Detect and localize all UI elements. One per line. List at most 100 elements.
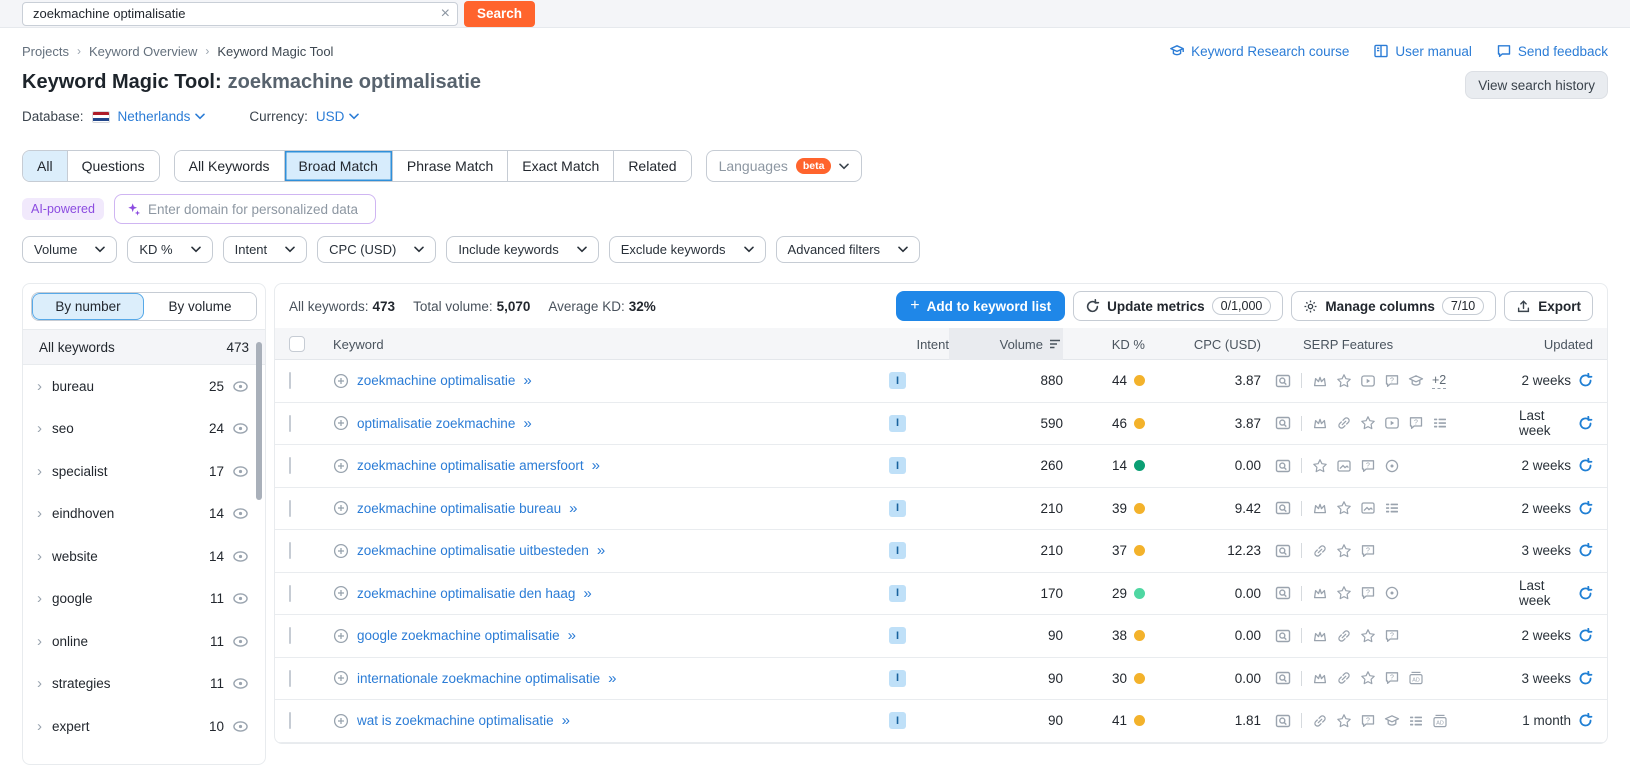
refresh-metrics-icon[interactable]: [1578, 415, 1593, 431]
col-header-keyword[interactable]: Keyword: [333, 337, 889, 352]
serp-preview-icon[interactable]: [1275, 543, 1291, 559]
keyword-link[interactable]: zoekmachine optimalisatie den haag: [357, 586, 575, 601]
intent-badge[interactable]: I: [889, 372, 906, 390]
sidebar-group-specialist[interactable]: › specialist 17: [23, 450, 265, 493]
expand-keyword-icon[interactable]: »: [597, 542, 605, 559]
expand-keyword-icon[interactable]: »: [583, 585, 591, 602]
filter-advanced-filters[interactable]: Advanced filters: [775, 236, 921, 263]
serp-preview-icon[interactable]: [1275, 670, 1291, 686]
currency-select[interactable]: USD: [316, 109, 360, 124]
intent-badge[interactable]: I: [889, 499, 906, 517]
col-header-cpc[interactable]: CPC (USD): [1145, 337, 1261, 352]
eye-icon[interactable]: [232, 633, 249, 650]
tab-all-keywords[interactable]: All Keywords: [174, 151, 285, 181]
keyword-link[interactable]: google zoekmachine optimalisatie: [357, 628, 560, 643]
add-keyword-icon[interactable]: [333, 713, 349, 729]
expand-keyword-icon[interactable]: »: [562, 712, 570, 729]
eye-icon[interactable]: [232, 463, 249, 480]
eye-icon[interactable]: [232, 548, 249, 565]
header-link[interactable]: Keyword Research course: [1169, 43, 1349, 59]
languages-dropdown[interactable]: Languages beta: [705, 150, 863, 182]
row-checkbox[interactable]: [289, 712, 291, 730]
keyword-link[interactable]: optimalisatie zoekmachine: [357, 416, 515, 431]
tab-broad-match[interactable]: Broad Match: [284, 151, 393, 181]
col-header-serp[interactable]: SERP Features: [1261, 337, 1519, 352]
refresh-metrics-icon[interactable]: [1578, 373, 1593, 388]
all-keywords-row[interactable]: All keywords 473: [23, 329, 265, 365]
filter-volume[interactable]: Volume: [22, 236, 118, 263]
expand-keyword-icon[interactable]: »: [523, 415, 531, 432]
expand-keyword-icon[interactable]: »: [568, 627, 576, 644]
eye-icon[interactable]: [232, 718, 249, 735]
select-all-checkbox[interactable]: [289, 336, 305, 352]
breadcrumb-item[interactable]: Projects: [22, 44, 69, 59]
refresh-metrics-icon[interactable]: [1578, 500, 1593, 516]
tab-all[interactable]: All: [23, 151, 68, 181]
intent-badge[interactable]: I: [889, 584, 906, 602]
sidebar-group-website[interactable]: › website 14: [23, 535, 265, 578]
serp-preview-icon[interactable]: [1275, 585, 1291, 601]
domain-input[interactable]: [147, 201, 363, 217]
col-header-intent[interactable]: Intent: [889, 337, 949, 352]
keyword-link[interactable]: wat is zoekmachine optimalisatie: [357, 713, 554, 728]
keyword-link[interactable]: zoekmachine optimalisatie bureau: [357, 501, 561, 516]
intent-badge[interactable]: I: [889, 542, 906, 560]
expand-keyword-icon[interactable]: »: [592, 457, 600, 474]
header-link[interactable]: User manual: [1373, 43, 1472, 59]
col-header-volume[interactable]: Volume: [949, 328, 1063, 360]
filter-exclude-keywords[interactable]: Exclude keywords: [608, 236, 766, 263]
tab-exact-match[interactable]: Exact Match: [508, 151, 615, 181]
add-keyword-icon[interactable]: [333, 373, 349, 389]
row-checkbox[interactable]: [289, 457, 291, 475]
expand-keyword-icon[interactable]: »: [608, 670, 616, 687]
eye-icon[interactable]: [232, 590, 249, 607]
sidebar-group-eindhoven[interactable]: › eindhoven 14: [23, 493, 265, 536]
search-input[interactable]: [22, 1, 458, 26]
sidebar-group-strategies[interactable]: › strategies 11: [23, 663, 265, 706]
row-checkbox[interactable]: [289, 627, 291, 645]
row-checkbox[interactable]: [289, 669, 291, 687]
expand-keyword-icon[interactable]: »: [569, 500, 577, 517]
intent-badge[interactable]: I: [889, 457, 906, 475]
add-keyword-icon[interactable]: [333, 458, 349, 474]
add-to-keyword-list-button[interactable]: + Add to keyword list: [896, 291, 1066, 321]
add-keyword-icon[interactable]: [333, 500, 349, 516]
breadcrumb-item[interactable]: Keyword Overview: [89, 44, 197, 59]
serp-more[interactable]: +2: [1432, 373, 1447, 389]
sidebar-group-seo[interactable]: › seo 24: [23, 408, 265, 451]
serp-preview-icon[interactable]: [1275, 500, 1291, 516]
eye-icon[interactable]: [232, 378, 249, 395]
refresh-metrics-icon[interactable]: [1578, 543, 1593, 558]
refresh-metrics-icon[interactable]: [1578, 713, 1593, 728]
add-keyword-icon[interactable]: [333, 415, 349, 431]
serp-preview-icon[interactable]: [1275, 415, 1291, 431]
row-checkbox[interactable]: [289, 372, 291, 390]
row-checkbox[interactable]: [289, 542, 291, 560]
search-button[interactable]: Search: [464, 0, 536, 27]
header-link[interactable]: Send feedback: [1496, 43, 1608, 59]
serp-preview-icon[interactable]: [1275, 713, 1291, 729]
tab-related[interactable]: Related: [614, 151, 691, 181]
refresh-metrics-icon[interactable]: [1578, 585, 1593, 601]
row-checkbox[interactable]: [289, 414, 291, 432]
eye-icon[interactable]: [232, 420, 249, 437]
export-button[interactable]: Export: [1504, 291, 1593, 321]
intent-badge[interactable]: I: [889, 414, 906, 432]
eye-icon[interactable]: [232, 505, 249, 522]
sidebar-scrollbar[interactable]: [256, 342, 262, 500]
sidebar-group-online[interactable]: › online 11: [23, 620, 265, 663]
row-checkbox[interactable]: [289, 584, 291, 602]
filter-cpc-usd-[interactable]: CPC (USD): [317, 236, 437, 263]
intent-badge[interactable]: I: [889, 669, 906, 687]
add-keyword-icon[interactable]: [333, 543, 349, 559]
keyword-link[interactable]: zoekmachine optimalisatie uitbesteden: [357, 543, 589, 558]
row-checkbox[interactable]: [289, 499, 291, 517]
refresh-metrics-icon[interactable]: [1578, 628, 1593, 643]
filter-include-keywords[interactable]: Include keywords: [446, 236, 599, 263]
manage-columns-button[interactable]: Manage columns 7/10: [1291, 291, 1497, 321]
refresh-metrics-icon[interactable]: [1578, 458, 1593, 473]
keyword-link[interactable]: zoekmachine optimalisatie amersfoort: [357, 458, 584, 473]
intent-badge[interactable]: I: [889, 712, 906, 730]
serp-preview-icon[interactable]: [1275, 373, 1291, 389]
add-keyword-icon[interactable]: [333, 585, 349, 601]
